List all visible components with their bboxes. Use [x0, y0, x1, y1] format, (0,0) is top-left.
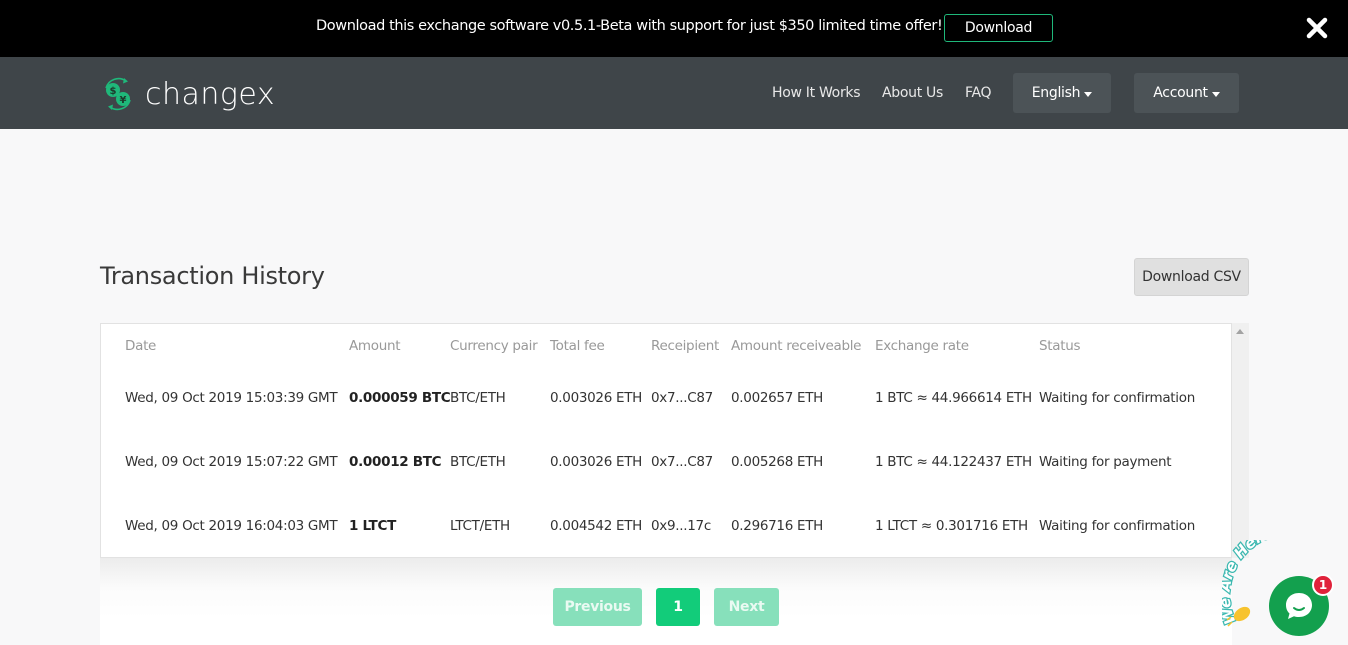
cell-date: Wed, 09 Oct 2019 15:03:39 GMT [125, 390, 338, 406]
cell-recipient: 0x9...17c [651, 518, 711, 534]
svg-text:¥: ¥ [120, 95, 127, 106]
cell-exchange-rate: 1 LTCT ≈ 0.301716 ETH [875, 518, 1028, 534]
cell-total-fee: 0.003026 ETH [550, 454, 643, 470]
account-label: Account [1153, 85, 1208, 101]
cell-amount: 0.000059 BTC [349, 390, 451, 406]
transaction-table: Date Amount Currency pair Total fee Rece… [100, 323, 1232, 558]
cell-date: Wed, 09 Oct 2019 16:04:03 GMT [125, 518, 338, 534]
svg-text:$: $ [110, 86, 117, 97]
column-header-recipient: Receipient [651, 338, 720, 354]
cell-exchange-rate: 1 BTC ≈ 44.122437 ETH [875, 454, 1032, 470]
scroll-up-arrow-icon[interactable] [1236, 329, 1244, 334]
column-header-status: Status [1039, 338, 1081, 354]
cell-status: Waiting for confirmation [1039, 518, 1195, 534]
promo-banner: Download this exchange software v0.5.1-B… [0, 0, 1348, 57]
cell-amount-receivable: 0.296716 ETH [731, 518, 824, 534]
language-label: English [1031, 85, 1081, 101]
caret-down-icon [1211, 91, 1220, 97]
promo-download-button[interactable]: Download [944, 14, 1053, 42]
cell-total-fee: 0.004542 ETH [550, 518, 643, 534]
pagination-next-button[interactable]: Next [714, 588, 779, 626]
navbar: $ ¥ changex How It Works About Us FAQ En… [0, 57, 1348, 129]
currency-exchange-icon: $ ¥ [105, 77, 131, 111]
chat-bubble-icon [1286, 593, 1312, 619]
column-header-total-fee: Total fee [550, 338, 605, 354]
cell-recipient: 0x7...C87 [651, 454, 713, 470]
cell-total-fee: 0.003026 ETH [550, 390, 643, 406]
promo-text: Download this exchange software v0.5.1-B… [316, 18, 943, 34]
cell-amount: 0.00012 BTC [349, 454, 442, 470]
pagination-previous-button[interactable]: Previous [553, 588, 642, 626]
cell-date: Wed, 09 Oct 2019 15:07:22 GMT [125, 454, 338, 470]
cell-currency-pair: BTC/ETH [450, 390, 506, 406]
account-dropdown[interactable]: Account [1134, 73, 1239, 113]
chat-notification-badge: 1 [1312, 574, 1334, 596]
nav-link-how-it-works[interactable]: How It Works [772, 85, 861, 101]
table-scrollbar[interactable] [1232, 323, 1249, 558]
column-header-exchange-rate: Exchange rate [875, 338, 969, 354]
logo[interactable]: $ ¥ changex [100, 75, 275, 113]
cell-status: Waiting for payment [1039, 454, 1172, 470]
cell-status: Waiting for confirmation [1039, 390, 1195, 406]
caret-down-icon [1084, 91, 1093, 97]
page-title: Transaction History [100, 262, 325, 290]
language-dropdown[interactable]: English [1013, 73, 1111, 113]
brand-name: changex [145, 76, 276, 112]
download-csv-button[interactable]: Download CSV [1134, 258, 1249, 296]
nav-link-about-us[interactable]: About Us [882, 85, 943, 101]
cell-amount: 1 LTCT [349, 518, 396, 534]
cell-currency-pair: BTC/ETH [450, 454, 506, 470]
cell-amount-receivable: 0.002657 ETH [731, 390, 824, 406]
cell-currency-pair: LTCT/ETH [450, 518, 510, 534]
column-header-currency-pair: Currency pair [450, 338, 538, 354]
cell-exchange-rate: 1 BTC ≈ 44.966614 ETH [875, 390, 1032, 406]
column-header-date: Date [125, 338, 157, 354]
cell-amount-receivable: 0.005268 ETH [731, 454, 824, 470]
nav-link-faq[interactable]: FAQ [965, 85, 992, 101]
pagination-page-1[interactable]: 1 [656, 588, 700, 626]
close-icon[interactable] [1303, 14, 1331, 42]
chat-widget[interactable]: We Are Here! 1 [1222, 540, 1348, 645]
cell-recipient: 0x7...C87 [651, 390, 713, 406]
column-header-amount-receivable: Amount receiveable [731, 338, 862, 354]
column-header-amount: Amount [349, 338, 401, 354]
